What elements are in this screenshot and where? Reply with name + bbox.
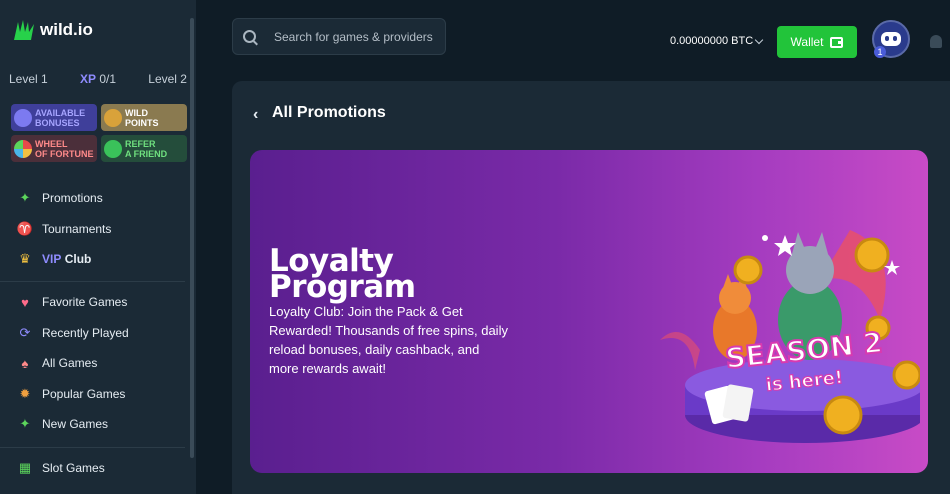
nav-divider xyxy=(0,281,185,282)
nav-label: Promotions xyxy=(42,191,103,206)
trophy-icon: ♈ xyxy=(16,220,34,236)
nav-label: Favorite Games xyxy=(42,295,128,310)
balance-selector[interactable]: 0.00000000 BTC xyxy=(670,35,764,47)
cards-icon: ♠ xyxy=(21,355,29,371)
nav-item-recently-played[interactable]: ⟳ Recently Played xyxy=(0,318,190,349)
page-title: All Promotions xyxy=(272,104,386,121)
tile-label-line2: a Friend xyxy=(125,148,168,159)
crown-icon: ♛ xyxy=(19,251,31,267)
tile-label-line1: Refer xyxy=(125,138,156,149)
history-icon: ⟳ xyxy=(19,324,31,340)
nav-group-categories: ▦ Slot Games xyxy=(0,453,190,484)
loyalty-program-banner[interactable]: Loyalty Program Loyalty Club: Join the P… xyxy=(250,150,928,473)
claw-logo-icon xyxy=(14,20,34,40)
wallet-label: Wallet xyxy=(790,35,824,49)
tile-label-line1: Wheel xyxy=(35,138,68,149)
balance-amount: 0.00000000 BTC xyxy=(670,35,754,47)
xp-value: 0/1 xyxy=(99,72,117,86)
nav-label: Tournaments xyxy=(42,221,112,236)
notification-bell-icon[interactable] xyxy=(930,35,942,48)
banner-title-line2: Program xyxy=(269,269,416,305)
tile-label-line2: Bonuses xyxy=(35,117,80,128)
sidebar-scrollbar[interactable] xyxy=(190,18,194,458)
nav-group-games: ♥ Favorite Games ⟳ Recently Played ♠ All… xyxy=(0,287,190,440)
season-2-artwork: SEASON 2 is here! xyxy=(660,230,920,443)
next-level: Level 2 xyxy=(148,72,187,86)
refer-a-friend-tile[interactable]: Refer a Friend xyxy=(101,135,187,162)
nav-item-favorite-games[interactable]: ♥ Favorite Games xyxy=(0,287,190,318)
wheel-icon xyxy=(14,139,32,158)
tile-label-line2: of Fortune xyxy=(35,148,94,159)
avatar-level-badge: 1 xyxy=(874,46,886,58)
brand-logo[interactable]: wild.io xyxy=(12,18,93,42)
robot-avatar-icon xyxy=(881,32,901,46)
nav-item-tournaments[interactable]: ♈ Tournaments xyxy=(0,214,190,245)
nav-label: Popular Games xyxy=(42,386,126,401)
back-chevron-icon[interactable]: ‹ xyxy=(253,106,258,124)
banner-title: Loyalty Program xyxy=(269,246,509,305)
megaphone-icon xyxy=(104,139,122,158)
wallet-icon xyxy=(830,36,844,48)
wallet-button[interactable]: Wallet xyxy=(777,26,857,58)
tile-label-line1: Available xyxy=(35,107,86,118)
chevron-down-icon xyxy=(754,35,764,44)
heart-icon: ♥ xyxy=(21,294,29,310)
gift-icon xyxy=(14,108,32,127)
slot-machine-icon: ▦ xyxy=(18,460,32,476)
tile-label-line2: Points xyxy=(125,117,159,128)
xp-progress: XP 0/1 xyxy=(80,72,116,86)
sidebar: wild.io Level 1 XP 0/1 Level 2 Available… xyxy=(0,0,196,494)
level-progress: Level 1 XP 0/1 Level 2 xyxy=(9,72,187,86)
search-icon xyxy=(243,30,256,43)
quick-tiles: Available Bonuses Wild Points Wheel of Fort… xyxy=(11,104,187,162)
nav-item-new-games[interactable]: ✦ New Games xyxy=(0,409,190,440)
brand-name: wild.io xyxy=(40,20,93,39)
tile-label-line1: Wild xyxy=(125,107,148,118)
nav-label: Recently Played xyxy=(42,325,129,340)
available-bonuses-tile[interactable]: Available Bonuses xyxy=(11,104,97,131)
vip-label: VIP xyxy=(42,252,62,267)
nav-group-main: ✦ Promotions ♈ Tournaments ♛ VIP Club xyxy=(0,183,190,275)
wild-points-tile[interactable]: Wild Points xyxy=(101,104,187,131)
nav-label: All Games xyxy=(42,356,98,371)
nav-label: New Games xyxy=(42,417,109,432)
nav-item-vip-club[interactable]: ♛ VIP Club xyxy=(0,244,190,275)
fire-icon: ✹ xyxy=(19,385,31,401)
club-label: Club xyxy=(64,252,92,267)
xp-label: XP xyxy=(79,72,96,86)
search-box[interactable] xyxy=(232,18,446,55)
nav-divider xyxy=(0,447,185,448)
party-popper-icon: ✦ xyxy=(19,190,31,206)
coin-stack-icon xyxy=(104,108,122,127)
wheel-of-fortune-tile[interactable]: Wheel of Fortune xyxy=(11,135,97,162)
current-level: Level 1 xyxy=(9,72,48,86)
nav-item-slot-games[interactable]: ▦ Slot Games xyxy=(0,453,190,484)
nav-item-popular-games[interactable]: ✹ Popular Games xyxy=(0,379,190,410)
nav-item-all-games[interactable]: ♠ All Games xyxy=(0,348,190,379)
nav-item-promotions[interactable]: ✦ Promotions xyxy=(0,183,190,214)
banner-description: Loyalty Club: Join the Pack & Get Reward… xyxy=(269,304,508,376)
search-input[interactable] xyxy=(274,29,444,44)
new-games-icon: ✦ xyxy=(19,416,31,432)
nav-label: Slot Games xyxy=(42,461,105,476)
